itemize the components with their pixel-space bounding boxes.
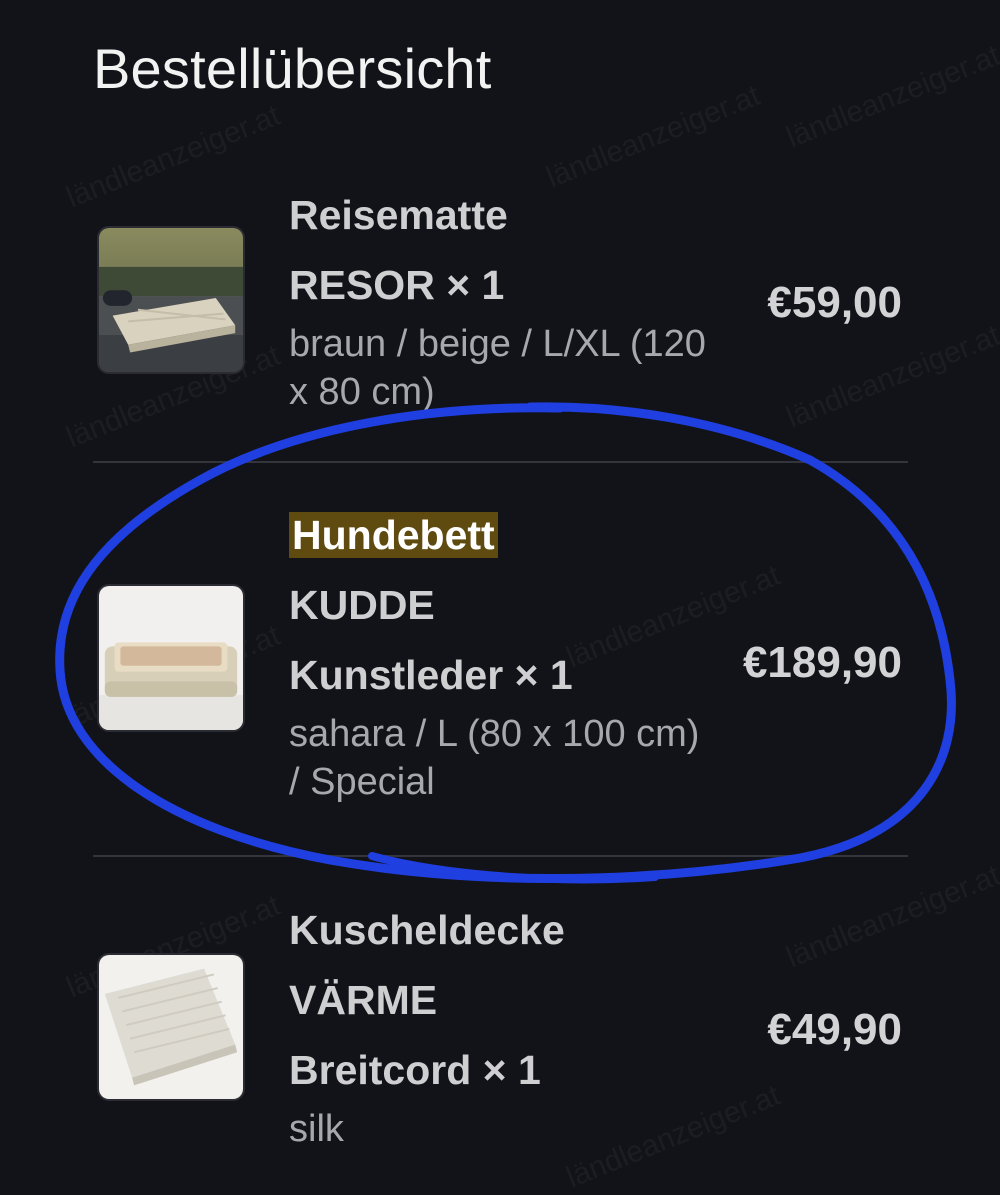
product-variant: braun / beige / L/XL (120 x 80 cm) <box>289 323 706 413</box>
product-model: KUDDE <box>289 582 435 628</box>
divider <box>93 461 908 463</box>
page-title: Bestellübersicht <box>93 37 492 100</box>
product-image-dog-bed <box>97 584 245 732</box>
order-item[interactable]: Hundebett KUDDE Kunstleder × 1 sahara / … <box>0 500 1000 840</box>
item-price: €189,90 <box>742 638 902 687</box>
product-model-quantity: RESOR × 1 <box>289 262 505 308</box>
item-price: €49,90 <box>767 1005 902 1054</box>
product-model: VÄRME <box>289 977 438 1023</box>
product-name: Hundebett <box>289 500 709 570</box>
product-image-blanket <box>97 953 245 1101</box>
order-summary-page: ländleanzeiger.at ländleanzeiger.at länd… <box>0 0 1000 1195</box>
search-highlight: Hundebett <box>289 512 498 558</box>
product-variant: silk <box>289 1108 344 1150</box>
watermark: ländleanzeiger.at <box>542 79 765 196</box>
product-name: Reisematte <box>289 192 508 238</box>
product-name: Kuscheldecke <box>289 907 565 953</box>
item-price: €59,00 <box>767 278 902 327</box>
order-item[interactable]: Reisematte RESOR × 1 braun / beige / L/X… <box>0 180 1000 460</box>
product-material-quantity: Kunstleder × 1 <box>289 652 573 698</box>
product-image-travel-mat <box>97 226 245 374</box>
product-material-quantity: Breitcord × 1 <box>289 1047 541 1093</box>
watermark: ländleanzeiger.at <box>782 39 1000 156</box>
order-item[interactable]: Kuscheldecke VÄRME Breitcord × 1 silk €4… <box>0 895 1000 1195</box>
divider <box>93 855 908 857</box>
product-variant: sahara / L (80 x 100 cm) / Special <box>289 713 700 803</box>
